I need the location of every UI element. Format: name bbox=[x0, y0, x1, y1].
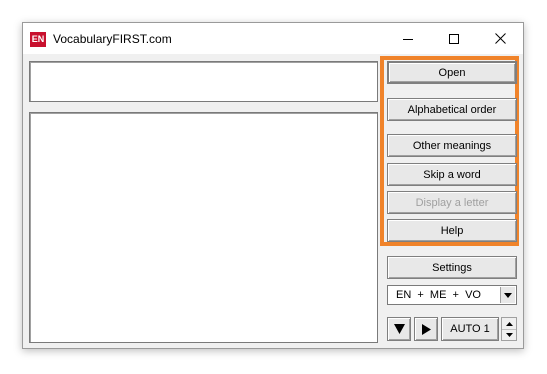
display-letter-button[interactable]: Display a letter bbox=[387, 191, 517, 214]
title-bar[interactable]: EN VocabularyFIRST.com bbox=[23, 23, 523, 54]
app-icon: EN bbox=[30, 32, 46, 47]
app-window: EN VocabularyFIRST.com Open Alphabetical… bbox=[22, 22, 524, 349]
play-icon bbox=[421, 323, 431, 335]
window-title: VocabularyFIRST.com bbox=[53, 32, 172, 46]
auto-spinner[interactable] bbox=[501, 317, 517, 341]
chevron-up-icon bbox=[505, 321, 513, 326]
other-meanings-button[interactable]: Other meanings bbox=[387, 134, 517, 157]
chevron-down-icon bbox=[505, 332, 513, 337]
auto-speed-field[interactable]: AUTO 1 bbox=[441, 317, 499, 341]
close-icon bbox=[494, 33, 506, 44]
word-input-field[interactable] bbox=[29, 61, 378, 102]
minimize-button[interactable] bbox=[385, 23, 431, 54]
close-button[interactable] bbox=[477, 23, 523, 54]
skip-word-button[interactable]: Skip a word bbox=[387, 163, 517, 186]
combo-dropdown-button[interactable] bbox=[500, 287, 515, 303]
word-list-area[interactable] bbox=[29, 112, 378, 343]
down-button[interactable] bbox=[387, 317, 411, 341]
settings-button[interactable]: Settings bbox=[387, 256, 517, 279]
minimize-icon bbox=[403, 38, 413, 40]
chevron-down-icon bbox=[504, 292, 512, 298]
maximize-icon bbox=[449, 33, 459, 44]
language-combo[interactable]: EN + ME + VO bbox=[387, 285, 517, 305]
spin-down-button[interactable] bbox=[502, 329, 516, 340]
down-triangle-icon bbox=[393, 324, 405, 334]
open-button[interactable]: Open bbox=[387, 61, 517, 84]
maximize-button[interactable] bbox=[431, 23, 477, 54]
help-button[interactable]: Help bbox=[387, 219, 517, 242]
play-button[interactable] bbox=[414, 317, 438, 341]
language-combo-value: EN + ME + VO bbox=[396, 289, 481, 301]
alphabetical-order-button[interactable]: Alphabetical order bbox=[387, 98, 517, 121]
